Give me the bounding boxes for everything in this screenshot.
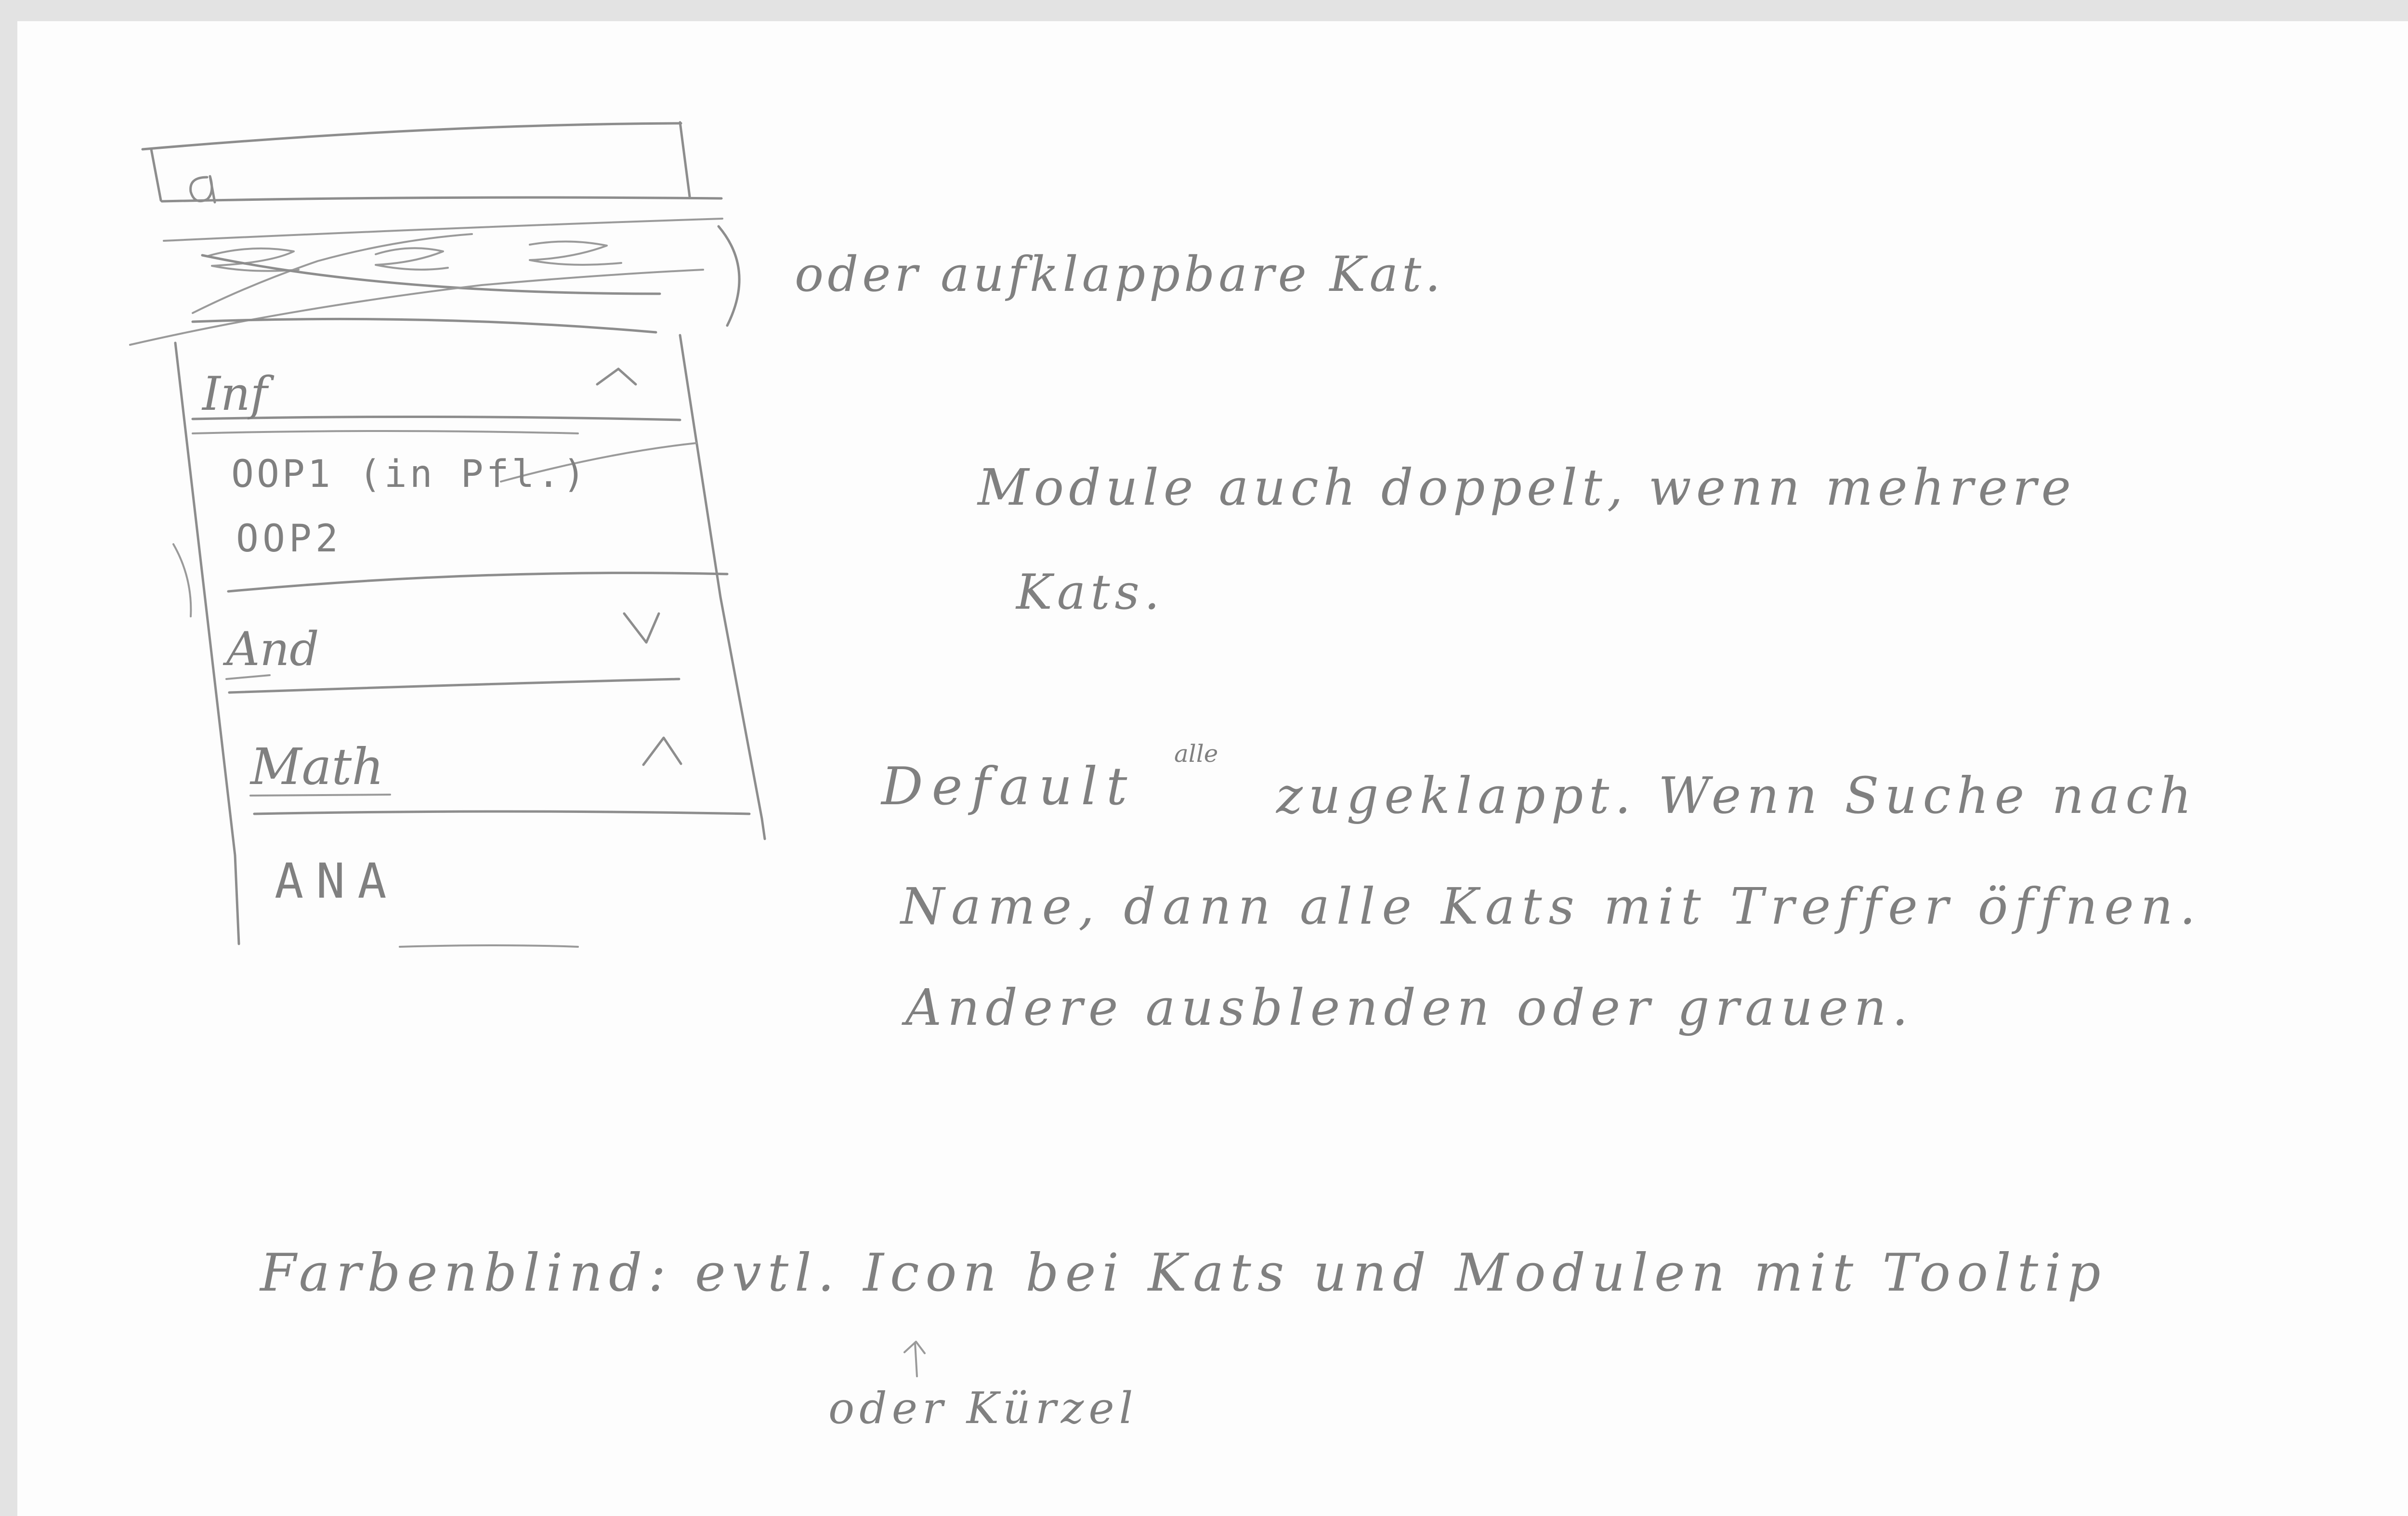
note-colorblind-alternative: oder Kürzel — [828, 1383, 1138, 1434]
category-and-label: And — [226, 622, 319, 676]
note-default-superscript: alle — [1174, 740, 1218, 768]
note-collapsible: oder aufklappbare Kat. — [795, 246, 1444, 302]
category-math-item-1[interactable]: ANA — [275, 857, 399, 905]
note-modules-line-1: Module auch doppelt, wenn mehrere — [978, 458, 2076, 517]
category-math-label: Math — [250, 737, 384, 796]
category-inf-label: Inf — [202, 367, 268, 421]
note-colorblind: Farbenblind: evtl. Icon bei Kats und Mod… — [260, 1243, 2107, 1303]
category-inf-item-1[interactable]: OOP1 (in Pfl.) — [231, 456, 588, 493]
note-modules-line-2: Kats. — [1016, 564, 1165, 620]
note-default-word: Default — [881, 757, 1136, 817]
category-inf-item-2[interactable]: OOP2 — [236, 520, 342, 558]
note-default-line-1: zugeklappt. Wenn Suche nach — [1276, 766, 2198, 825]
note-default-line-2: Name, dann alle Kats mit Treffer öffnen. — [901, 877, 2202, 936]
note-default-line-3: Andere ausblenden oder grauen. — [905, 978, 1914, 1037]
